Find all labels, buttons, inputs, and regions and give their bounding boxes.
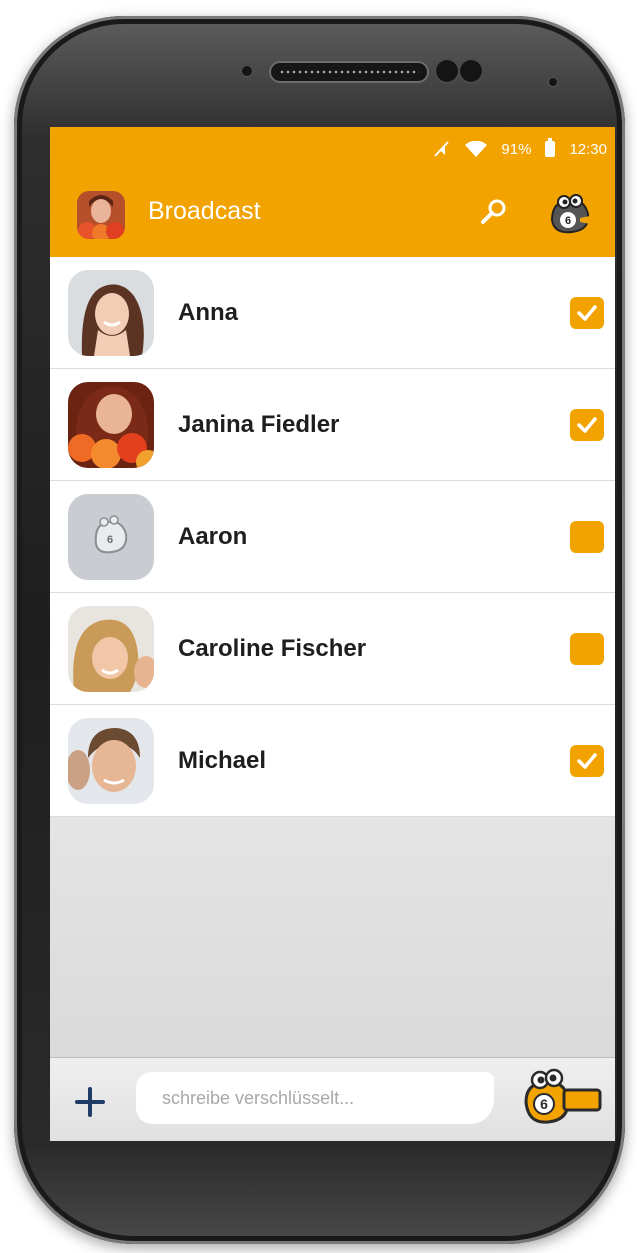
earpiece-speaker bbox=[269, 61, 429, 83]
app-bar: Broadcast 6 bbox=[50, 171, 615, 257]
contact-checkbox[interactable] bbox=[570, 745, 604, 777]
send-icon[interactable]: 6 bbox=[520, 1064, 604, 1132]
front-camera-lens bbox=[458, 58, 484, 84]
avatar bbox=[68, 270, 154, 356]
svg-text:6: 6 bbox=[107, 534, 113, 546]
avatar bbox=[68, 382, 154, 468]
search-icon[interactable] bbox=[478, 196, 510, 228]
contact-row-janina-fiedler[interactable]: Janina Fiedler bbox=[50, 369, 615, 481]
svg-text:6: 6 bbox=[565, 215, 571, 227]
checkmark-icon bbox=[577, 753, 597, 769]
contact-name: Janina Fiedler bbox=[178, 411, 340, 438]
avatar bbox=[68, 718, 154, 804]
avatar bbox=[68, 606, 154, 692]
contact-checkbox[interactable] bbox=[570, 409, 604, 441]
wifi-icon bbox=[465, 141, 488, 157]
clock: 12:30 bbox=[569, 140, 607, 158]
contact-checkbox[interactable] bbox=[570, 633, 604, 665]
front-camera bbox=[434, 58, 460, 84]
svg-text:6: 6 bbox=[540, 1096, 548, 1112]
page-title: Broadcast bbox=[148, 197, 261, 225]
contact-name: Caroline Fischer bbox=[178, 635, 367, 662]
contact-checkbox[interactable] bbox=[570, 297, 604, 329]
plus-icon[interactable] bbox=[72, 1084, 108, 1120]
message-input[interactable] bbox=[136, 1072, 494, 1124]
mascot-icon[interactable]: 6 bbox=[546, 190, 594, 238]
contact-list: Anna Janina Fiedler 6 Aaron Caroline Fis… bbox=[50, 257, 615, 817]
contact-row-caroline-fischer[interactable]: Caroline Fischer bbox=[50, 593, 615, 705]
contact-checkbox[interactable] bbox=[570, 521, 604, 553]
checkmark-icon bbox=[577, 305, 597, 321]
contact-row-michael[interactable]: Michael bbox=[50, 705, 615, 817]
contact-name: Anna bbox=[178, 299, 238, 326]
contact-name: Michael bbox=[178, 747, 267, 774]
checkmark-icon bbox=[577, 417, 597, 433]
contact-row-aaron[interactable]: 6 Aaron bbox=[50, 481, 615, 593]
message-composer: 6 bbox=[50, 1057, 615, 1141]
proximity-sensor bbox=[240, 64, 254, 78]
group-avatar[interactable] bbox=[77, 191, 125, 239]
light-sensor bbox=[547, 76, 559, 88]
mute-icon bbox=[434, 141, 450, 157]
contact-row-anna[interactable]: Anna bbox=[50, 257, 615, 369]
status-bar: 91% 12:30 bbox=[50, 127, 615, 171]
contact-name: Aaron bbox=[178, 523, 248, 550]
phone-screen: 91% 12:30 Broadcast 6 Anna Janina Fiedle… bbox=[50, 127, 615, 1141]
battery-percent: 91% bbox=[501, 140, 532, 158]
default-avatar-icon: 6 bbox=[68, 494, 154, 580]
battery-icon bbox=[545, 138, 556, 157]
